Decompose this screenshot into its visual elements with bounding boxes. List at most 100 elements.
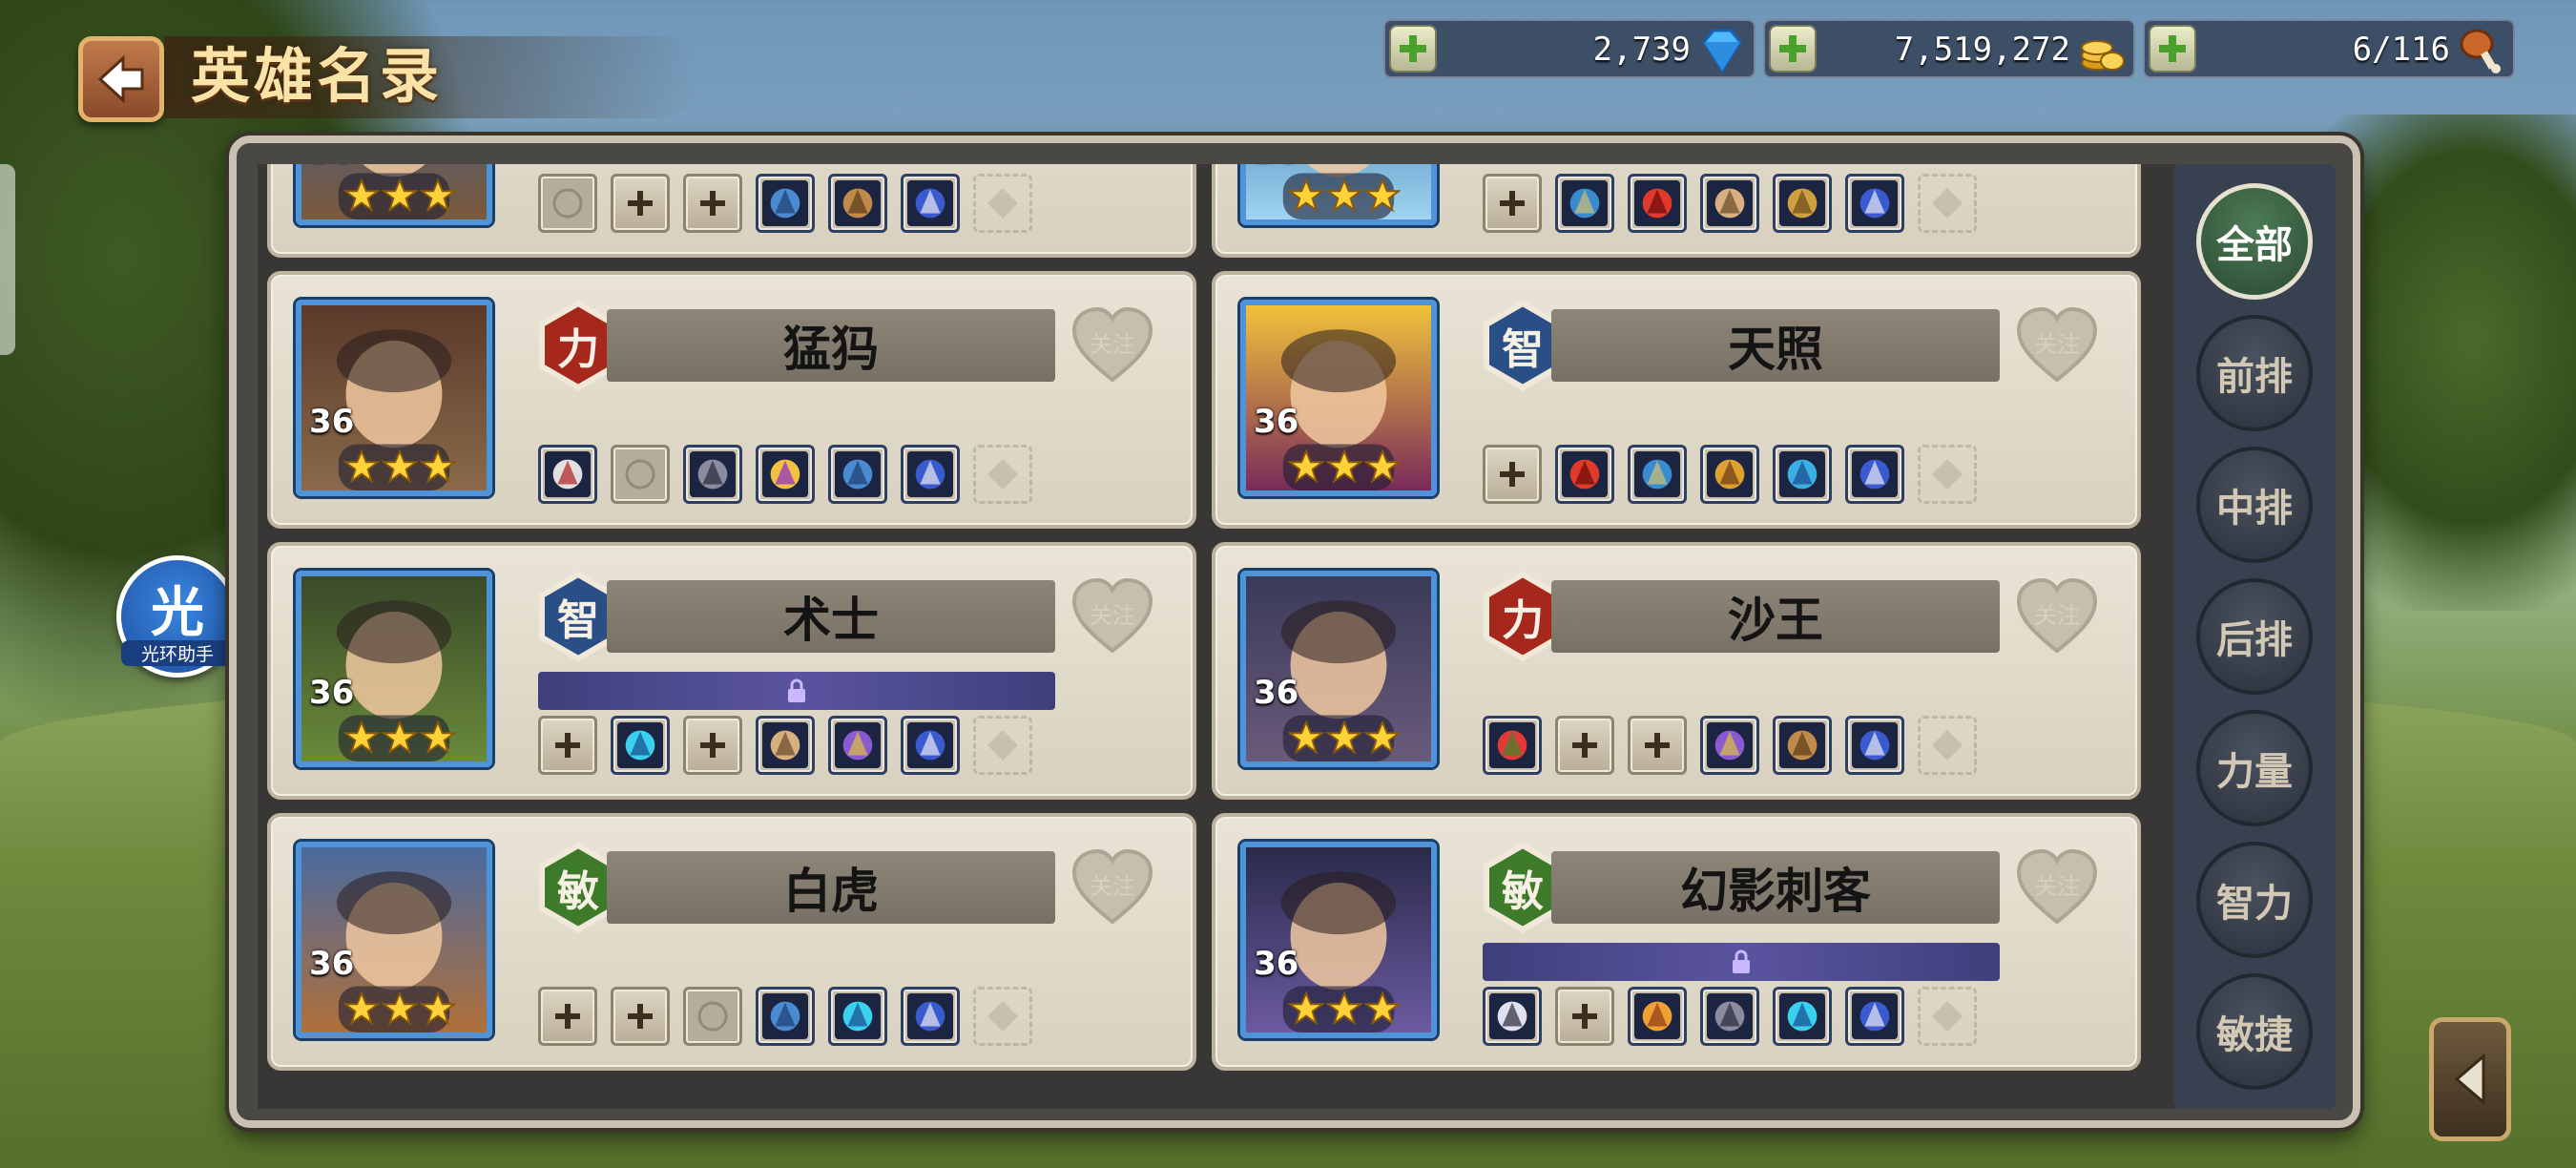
equip-slot[interactable] [1773,174,1832,233]
hero-card[interactable]: 36 智 术士 关注 [267,542,1196,800]
follow-button[interactable]: 关注 [2011,300,2103,391]
equip-slot[interactable] [611,716,670,775]
equip-slot[interactable] [1700,174,1759,233]
equip-slot-add[interactable] [683,716,742,775]
equip-slot[interactable] [828,716,887,775]
diamond-outline-icon [987,1001,1018,1032]
equip-slot[interactable] [901,445,960,504]
hero-portrait[interactable]: 36 [1240,300,1437,496]
equip-slot[interactable] [1845,987,1904,1046]
hero-name: 白虎 [607,851,1055,924]
equip-slot[interactable] [828,174,887,233]
equip-slot-empty[interactable] [611,445,670,504]
diamond-outline-icon [987,730,1018,761]
equip-slot-empty[interactable] [538,174,597,233]
hero-portrait[interactable]: 36 [296,300,492,496]
diamond-outline-icon [1932,730,1963,761]
equip-slot[interactable] [1555,445,1614,504]
equip-slot[interactable] [1845,445,1904,504]
follow-button[interactable]: 关注 [1067,300,1158,391]
equip-slot-add[interactable] [611,987,670,1046]
equip-slot[interactable] [1773,716,1832,775]
boots-icon [907,451,953,497]
equip-slot[interactable] [683,445,742,504]
add-gold-button[interactable] [1769,25,1817,73]
tab-middle-row[interactable]: 中排 [2196,447,2313,563]
equip-slot[interactable] [1628,987,1687,1046]
hero-name: 猛犸 [607,309,1055,382]
equip-slot[interactable] [828,987,887,1046]
follow-button[interactable]: 关注 [2011,571,2103,662]
star-icon [1326,177,1362,213]
equip-slot[interactable] [1700,987,1759,1046]
follow-button[interactable]: 关注 [1067,571,1158,662]
equip-slot[interactable] [901,716,960,775]
equip-slot[interactable] [1628,174,1687,233]
equip-slot[interactable] [901,174,960,233]
plus-icon [1572,733,1597,758]
equip-slot-add[interactable] [1483,445,1542,504]
equip-slot[interactable] [1773,987,1832,1046]
hero-portrait[interactable]: 36 [1240,842,1437,1038]
equip-slot-add[interactable] [538,987,597,1046]
tab-all[interactable]: 全部 [2196,183,2313,300]
hero-portrait[interactable]: 36 [296,571,492,767]
halo-helper-button[interactable]: 光 光环助手 [116,555,239,678]
equip-slot[interactable] [1700,445,1759,504]
equip-slot[interactable] [828,445,887,504]
hero-list[interactable]: 36 力 船长 关注 [258,164,2175,1109]
equip-slot[interactable] [756,445,815,504]
ring-icon [617,722,663,768]
equip-slot-empty[interactable] [683,987,742,1046]
follow-button[interactable]: 关注 [2011,842,2103,933]
equip-slot-add[interactable] [1628,716,1687,775]
tab-back-row[interactable]: 后排 [2196,578,2313,695]
hero-portrait[interactable]: 36 [296,842,492,1038]
equip-slot[interactable] [1773,445,1832,504]
tab-agility[interactable]: 敏捷 [2196,973,2313,1090]
hero-portrait[interactable]: 36 [1240,571,1437,767]
equip-slot-add[interactable] [1483,174,1542,233]
follow-button[interactable]: 关注 [1067,842,1158,933]
equip-slot[interactable] [1483,987,1542,1046]
boots-icon [1852,451,1898,497]
hero-card[interactable]: 36 敏 幻影刺客 关注 [1212,813,2141,1071]
equip-slot[interactable] [1555,174,1614,233]
hero-card[interactable]: 36 智 冰龙 关注 [1212,164,2141,258]
tab-strength[interactable]: 力量 [2196,710,2313,826]
hero-level: 36 [309,403,355,441]
tab-front-row[interactable]: 前排 [2196,315,2313,431]
collapse-button[interactable] [2429,1017,2511,1141]
hero-card[interactable]: 36 敏 白虎 关注 [267,813,1196,1071]
equip-slot[interactable] [901,987,960,1046]
equip-slot[interactable] [538,445,597,504]
hero-card[interactable]: 36 力 猛犸 关注 [267,271,1196,529]
equip-slot[interactable] [1845,716,1904,775]
equip-slot-locked [1918,174,1977,233]
equip-slot[interactable] [1700,716,1759,775]
tab-intelligence[interactable]: 智力 [2196,842,2313,958]
equip-slot-add[interactable] [683,174,742,233]
hero-card[interactable]: 36 智 天照 关注 [1212,271,2141,529]
hero-portrait[interactable]: 36 [296,164,492,225]
equip-slot[interactable] [756,987,815,1046]
equip-slot[interactable] [1845,174,1904,233]
add-stamina-button[interactable] [2149,25,2196,73]
equip-slot[interactable] [1628,445,1687,504]
equip-slot-add[interactable] [1555,987,1614,1046]
plus-icon [1500,191,1525,216]
side-drawer-handle[interactable] [0,164,15,355]
star-icon [1326,448,1362,484]
add-diamonds-button[interactable] [1389,25,1437,73]
hero-card[interactable]: 36 力 船长 关注 [267,164,1196,258]
equip-slot[interactable] [1483,716,1542,775]
equip-slot[interactable] [756,174,815,233]
hero-name: 天照 [1551,309,2000,382]
hero-card[interactable]: 36 力 沙王 关注 [1212,542,2141,800]
hero-portrait[interactable]: 36 [1240,164,1437,225]
equip-slot-add[interactable] [1555,716,1614,775]
equip-slot-add[interactable] [538,716,597,775]
equip-slot[interactable] [756,716,815,775]
back-button[interactable] [78,36,164,122]
equip-slot-add[interactable] [611,174,670,233]
